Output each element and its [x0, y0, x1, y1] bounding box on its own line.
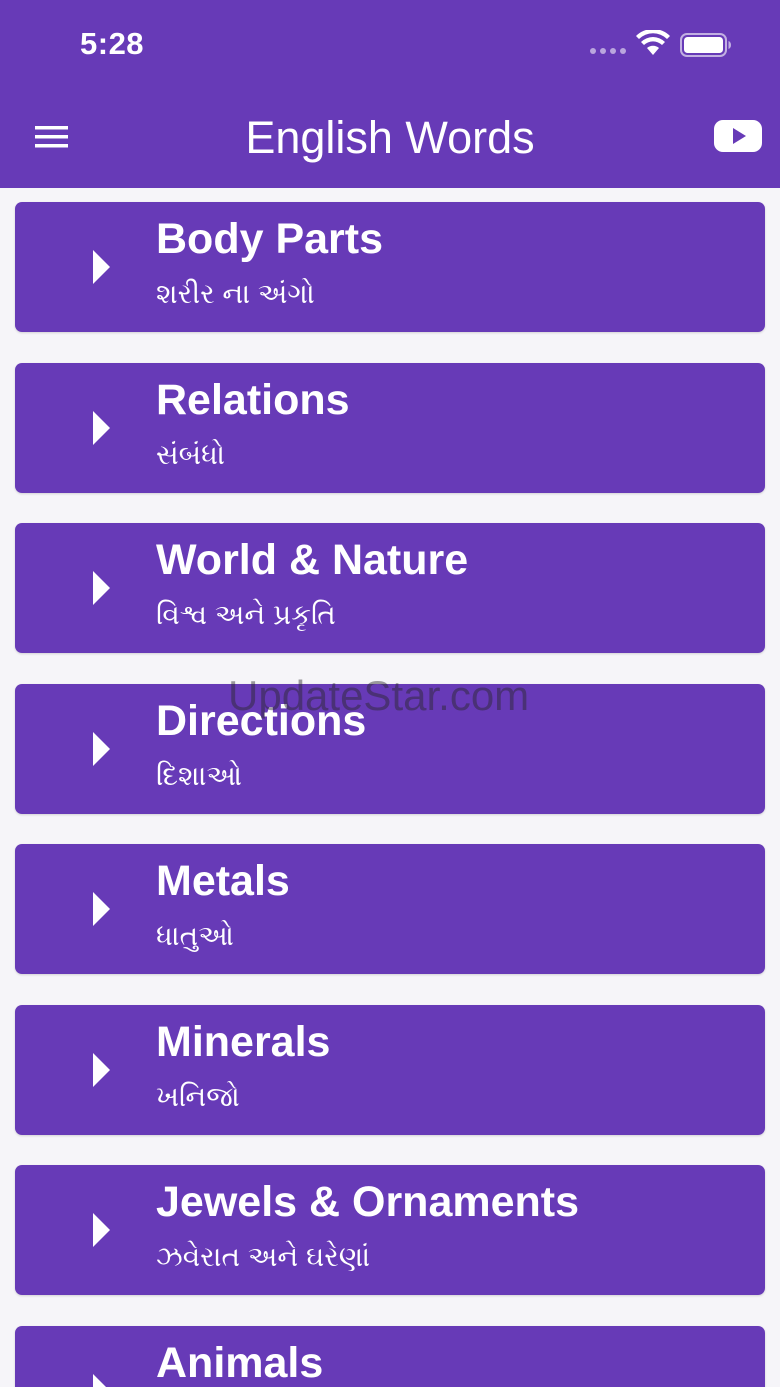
category-gujarati-label: વિશ્વ અને પ્રકૃતિ — [156, 599, 336, 630]
category-gujarati-label: ઝવેરાત અને ઘરેણાં — [156, 1241, 371, 1272]
category-english-label: Body Parts — [156, 215, 384, 263]
app-bar: 5:28 English Words — [0, 0, 780, 188]
youtube-icon[interactable] — [714, 118, 762, 154]
category-english-label: Animals — [156, 1339, 324, 1387]
caret-right-icon — [93, 1053, 110, 1087]
wifi-icon — [636, 30, 670, 55]
category-item-animals[interactable]: Animals — [15, 1326, 765, 1387]
caret-right-icon — [93, 1374, 106, 1387]
category-item-directions[interactable]: Directions દિશાઓ — [15, 684, 765, 814]
category-english-label: World & Nature — [156, 536, 469, 584]
battery-icon — [680, 33, 731, 57]
caret-right-icon — [93, 571, 110, 605]
page-title: English Words — [245, 112, 535, 163]
category-item-metals[interactable]: Metals ધાતુઓ — [15, 844, 765, 974]
cellular-signal-icon — [590, 48, 626, 54]
category-list: Body Parts શરીર ના અંગો Relations સંબંધો… — [0, 188, 780, 1387]
category-gujarati-label: ખનિજો — [156, 1081, 240, 1112]
category-item-jewels-ornaments[interactable]: Jewels & Ornaments ઝવેરાત અને ઘરેણાં — [15, 1165, 765, 1295]
category-gujarati-label: દિશાઓ — [156, 760, 243, 791]
category-item-world-nature[interactable]: World & Nature વિશ્વ અને પ્રકૃતિ — [15, 523, 765, 653]
caret-right-icon — [93, 411, 110, 445]
caret-right-icon — [93, 732, 110, 766]
category-gujarati-label: ધાતુઓ — [156, 920, 234, 951]
category-item-body-parts[interactable]: Body Parts શરીર ના અંગો — [15, 202, 765, 332]
caret-right-icon — [93, 1213, 110, 1247]
status-time: 5:28 — [80, 26, 145, 61]
category-gujarati-label: સંબંધો — [156, 439, 225, 470]
category-gujarati-label: શરીર ના અંગો — [156, 278, 315, 309]
category-english-label: Directions — [156, 697, 367, 745]
category-english-label: Minerals — [156, 1018, 331, 1066]
category-english-label: Jewels & Ornaments — [156, 1178, 580, 1226]
category-english-label: Relations — [156, 376, 350, 424]
caret-right-icon — [93, 892, 110, 926]
caret-right-icon — [93, 250, 110, 284]
category-item-relations[interactable]: Relations સંબંધો — [15, 363, 765, 493]
category-item-minerals[interactable]: Minerals ખનિજો — [15, 1005, 765, 1135]
category-english-label: Metals — [156, 857, 290, 905]
